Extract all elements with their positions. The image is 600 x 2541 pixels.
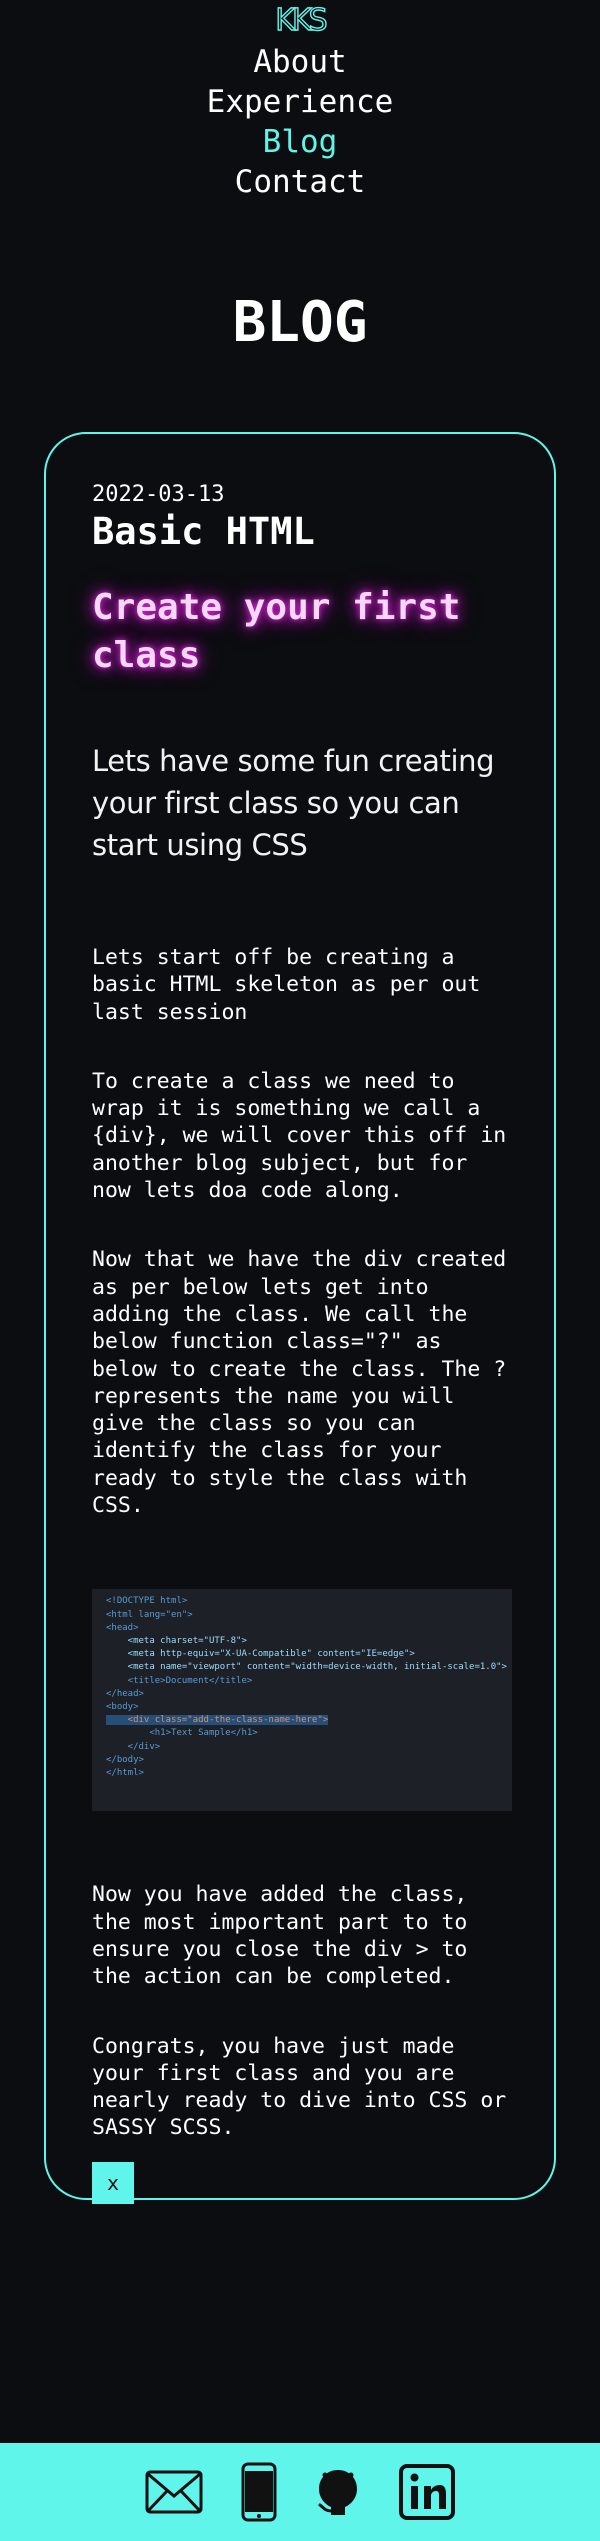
linkedin-icon[interactable] [399, 2464, 455, 2520]
mail-icon[interactable] [145, 2470, 203, 2514]
post-paragraph: Now you have added the class, the most i… [92, 1882, 468, 1990]
close-post-button[interactable]: x [92, 2161, 134, 2204]
code-line: </body> [106, 1754, 144, 1765]
code-line-highlighted: <div class="add-the-class-name-here"> [106, 1714, 512, 1727]
post-paragraph: Congrats, you have just made your first … [92, 2033, 507, 2141]
nav-about-link[interactable]: About [0, 42, 600, 82]
code-line: <div class="add-the-class-name-here"> [106, 1715, 329, 1726]
phone-icon[interactable] [241, 2462, 277, 2522]
code-line: <h1>Text Sample</h1> [106, 1728, 258, 1739]
post-lead: Lets have some fun creating your first c… [92, 744, 495, 862]
nav-experience-link[interactable]: Experience [0, 82, 600, 122]
main-nav: About Experience Blog Contact [0, 42, 600, 202]
code-line: <meta http-equiv="X-UA-Compatible" conte… [106, 1649, 415, 1660]
site-logo[interactable]: KKS [0, 3, 600, 38]
code-line: <head> [106, 1622, 139, 1633]
code-line: </div> [106, 1741, 161, 1752]
page-title: BLOG [232, 290, 368, 355]
code-line: </head> [106, 1688, 144, 1699]
github-icon[interactable] [315, 2467, 361, 2517]
footer [0, 2443, 600, 2541]
code-line: <title>Document</title> [106, 1675, 253, 1686]
code-line: <meta name="viewport" content="width=dev… [106, 1662, 507, 1673]
code-line: </html> [106, 1767, 144, 1778]
code-line: <meta charset="UTF-8"> [106, 1635, 247, 1646]
nav-blog-link[interactable]: Blog [0, 122, 600, 162]
post-date: 2022-03-13 [92, 482, 225, 507]
code-line: <!DOCTYPE html> [106, 1596, 188, 1607]
post-title: Basic HTML [92, 510, 315, 553]
post-paragraph: Now that we have the div created as per … [92, 1247, 507, 1519]
post-headline: Create your first class [92, 587, 461, 676]
post-paragraph: To create a class we need to wrap it is … [92, 1068, 507, 1204]
nav-contact-link[interactable]: Contact [0, 162, 600, 202]
code-line: <body> [106, 1701, 139, 1712]
post-paragraph: Lets start off be creating a basic HTML … [92, 945, 481, 1025]
code-screenshot: <!DOCTYPE html> <html lang="en"> <head> <m… [92, 1589, 512, 1812]
code-line: <html lang="en"> [106, 1609, 193, 1620]
blog-post-card: 2022-03-13 Basic HTML Create your first … [44, 432, 556, 2204]
